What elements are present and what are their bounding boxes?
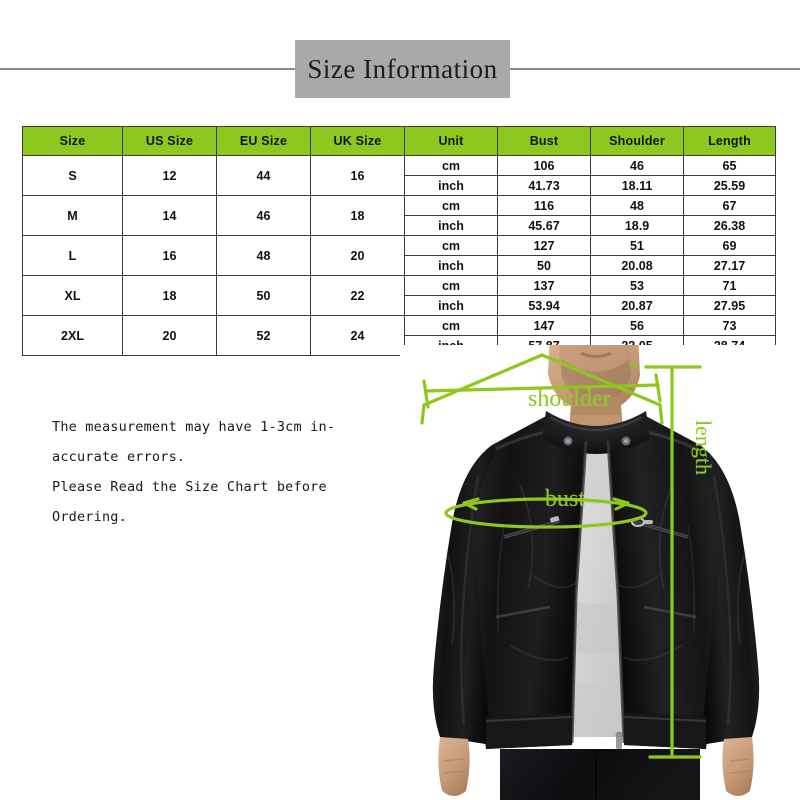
column-header-eu-size: EU Size	[216, 126, 311, 156]
note-line-2: accurate errors.	[52, 449, 186, 465]
cell-unit: inch	[404, 215, 498, 236]
product-photo-with-measurements: shoulder bust length	[400, 345, 800, 800]
model-photo	[400, 345, 800, 800]
shoulder-label: shoulder	[528, 386, 611, 412]
size-chart-table: Size US Size EU Size UK Size Unit Bust S…	[22, 126, 776, 356]
table-row: M 14 46 18 cm 116 48 67	[22, 195, 776, 236]
cell-shoulder: 48	[590, 195, 684, 216]
cell-eu-size: 44	[216, 155, 311, 196]
cell-eu-size: 50	[216, 275, 311, 316]
table-body: S 12 44 16 cm 106 46 65 inch 41.73 18.11…	[22, 155, 776, 356]
cell-shoulder: 51	[590, 235, 684, 256]
page-title: Size Information	[307, 53, 498, 84]
cell-length: 27.17	[683, 255, 776, 276]
size-chart-container: Size US Size EU Size UK Size Unit Bust S…	[22, 126, 776, 356]
cell-length: 25.59	[683, 175, 776, 196]
cell-eu-size: 48	[216, 235, 311, 276]
cell-shoulder: 46	[590, 155, 684, 176]
cell-uk-size: 22	[310, 275, 405, 316]
table-header-row: Size US Size EU Size UK Size Unit Bust S…	[22, 126, 776, 156]
cell-us-size: 14	[122, 195, 217, 236]
cell-shoulder: 53	[590, 275, 684, 296]
column-header-bust: Bust	[497, 126, 591, 156]
cell-length: 73	[683, 315, 776, 336]
column-header-us-size: US Size	[122, 126, 217, 156]
cell-us-size: 16	[122, 235, 217, 276]
cell-bust: 41.73	[497, 175, 591, 196]
cell-length: 67	[683, 195, 776, 216]
cell-shoulder: 18.11	[590, 175, 684, 196]
cell-bust: 50	[497, 255, 591, 276]
table-row: S 12 44 16 cm 106 46 65	[22, 155, 776, 196]
note-line-4: Ordering.	[52, 509, 127, 525]
length-label: length	[691, 420, 716, 475]
cell-length: 65	[683, 155, 776, 176]
cell-shoulder: 18.9	[590, 215, 684, 236]
cell-uk-size: 18	[310, 195, 405, 236]
cell-bust: 106	[497, 155, 591, 176]
cell-unit: cm	[404, 315, 498, 336]
cell-bust: 127	[497, 235, 591, 256]
cell-size: L	[22, 235, 123, 276]
note-line-1: The measurement may have 1-3cm in-	[52, 419, 336, 435]
cell-unit: inch	[404, 295, 498, 316]
column-header-unit: Unit	[404, 126, 498, 156]
cell-unit: cm	[404, 275, 498, 296]
bust-label: bust	[545, 486, 586, 512]
column-header-size: Size	[22, 126, 123, 156]
cell-us-size: 20	[122, 315, 217, 356]
cell-size: M	[22, 195, 123, 236]
cell-eu-size: 52	[216, 315, 311, 356]
cell-unit: cm	[404, 195, 498, 216]
cell-uk-size: 24	[310, 315, 405, 356]
cell-unit: inch	[404, 255, 498, 276]
cell-size: 2XL	[22, 315, 123, 356]
cell-size: XL	[22, 275, 123, 316]
cell-shoulder: 20.87	[590, 295, 684, 316]
cell-length: 26.38	[683, 215, 776, 236]
column-header-length: Length	[683, 126, 776, 156]
cell-shoulder: 56	[590, 315, 684, 336]
table-row: L 16 48 20 cm 127 51 69	[22, 235, 776, 276]
table-row: XL 18 50 22 cm 137 53 71	[22, 275, 776, 316]
cell-length: 27.95	[683, 295, 776, 316]
cell-length: 69	[683, 235, 776, 256]
cell-length: 71	[683, 275, 776, 296]
table-row: 2XL 20 52 24 cm 147 56 73	[22, 315, 776, 356]
cell-shoulder: 20.08	[590, 255, 684, 276]
column-header-uk-size: UK Size	[310, 126, 405, 156]
cell-eu-size: 46	[216, 195, 311, 236]
column-header-shoulder: Shoulder	[590, 126, 684, 156]
cell-bust: 45.67	[497, 215, 591, 236]
cell-unit: cm	[404, 235, 498, 256]
cell-unit: cm	[404, 155, 498, 176]
cell-unit: inch	[404, 175, 498, 196]
measurement-note: The measurement may have 1-3cm in- accur…	[52, 412, 382, 532]
note-line-3: Please Read the Size Chart before	[52, 479, 327, 495]
cell-uk-size: 16	[310, 155, 405, 196]
page-header-banner: Size Information	[0, 32, 800, 104]
cell-size: S	[22, 155, 123, 196]
cell-bust: 137	[497, 275, 591, 296]
cell-bust: 147	[497, 315, 591, 336]
cell-us-size: 12	[122, 155, 217, 196]
cell-us-size: 18	[122, 275, 217, 316]
cell-bust: 116	[497, 195, 591, 216]
cell-uk-size: 20	[310, 235, 405, 276]
cell-bust: 53.94	[497, 295, 591, 316]
